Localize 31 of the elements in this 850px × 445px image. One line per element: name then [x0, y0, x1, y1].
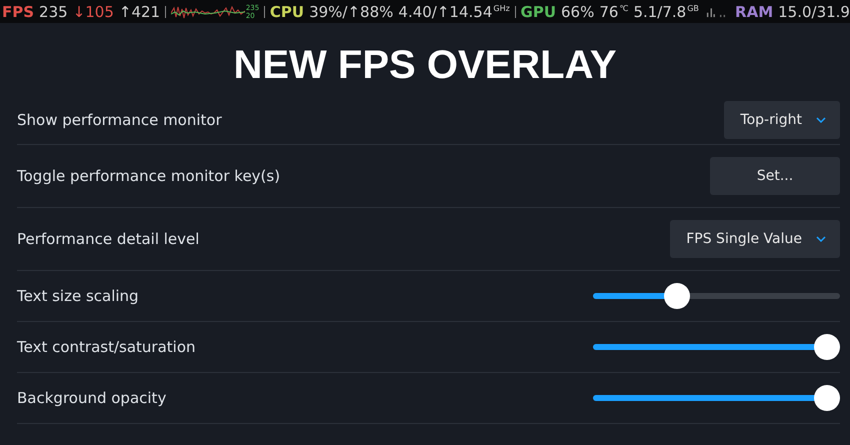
chevron-down-icon [816, 236, 826, 242]
setting-label: Background opacity [17, 389, 166, 407]
overlay-label: FPS [2, 2, 34, 20]
chevron-down-icon [816, 117, 826, 123]
overlay-value: 235 [39, 2, 68, 20]
dropdown[interactable]: Top-right [724, 101, 840, 139]
setting-label: Show performance monitor [17, 111, 222, 129]
overlay-value: ↓105 [72, 2, 114, 20]
setting-label: Toggle performance monitor key(s) [17, 167, 280, 185]
overlay-label: RAM [735, 2, 774, 20]
overlay-value: 66% [561, 2, 594, 20]
setting-label: Text contrast/saturation [17, 338, 196, 356]
page-title: NEW FPS OVERLAY [232, 43, 618, 88]
overlay-value: 4.40/↑14.54 [398, 2, 492, 20]
overlay-unit: GHz [493, 4, 510, 13]
overlay-label: CPU [270, 2, 304, 20]
overlay-value: 5.1/7.8 [633, 2, 686, 20]
slider[interactable] [593, 283, 840, 309]
overlay-label: GPU [520, 2, 556, 20]
dropdown[interactable]: FPS Single Value [670, 220, 840, 258]
overlay-value: 76 [599, 2, 618, 20]
slider[interactable] [593, 385, 840, 411]
overlay-unit: GB [687, 4, 699, 13]
overlay-value: ↑421 [118, 2, 160, 20]
set-button[interactable]: Set... [710, 157, 840, 195]
overlay-value: 15.0/31.9 [778, 2, 850, 20]
overlay-value: 39%/↑88% [309, 2, 394, 20]
setting-label: Text size scaling [17, 287, 139, 305]
overlay-unit: ℃ [619, 4, 628, 13]
slider[interactable] [593, 334, 840, 360]
setting-label: Performance detail level [17, 230, 200, 248]
